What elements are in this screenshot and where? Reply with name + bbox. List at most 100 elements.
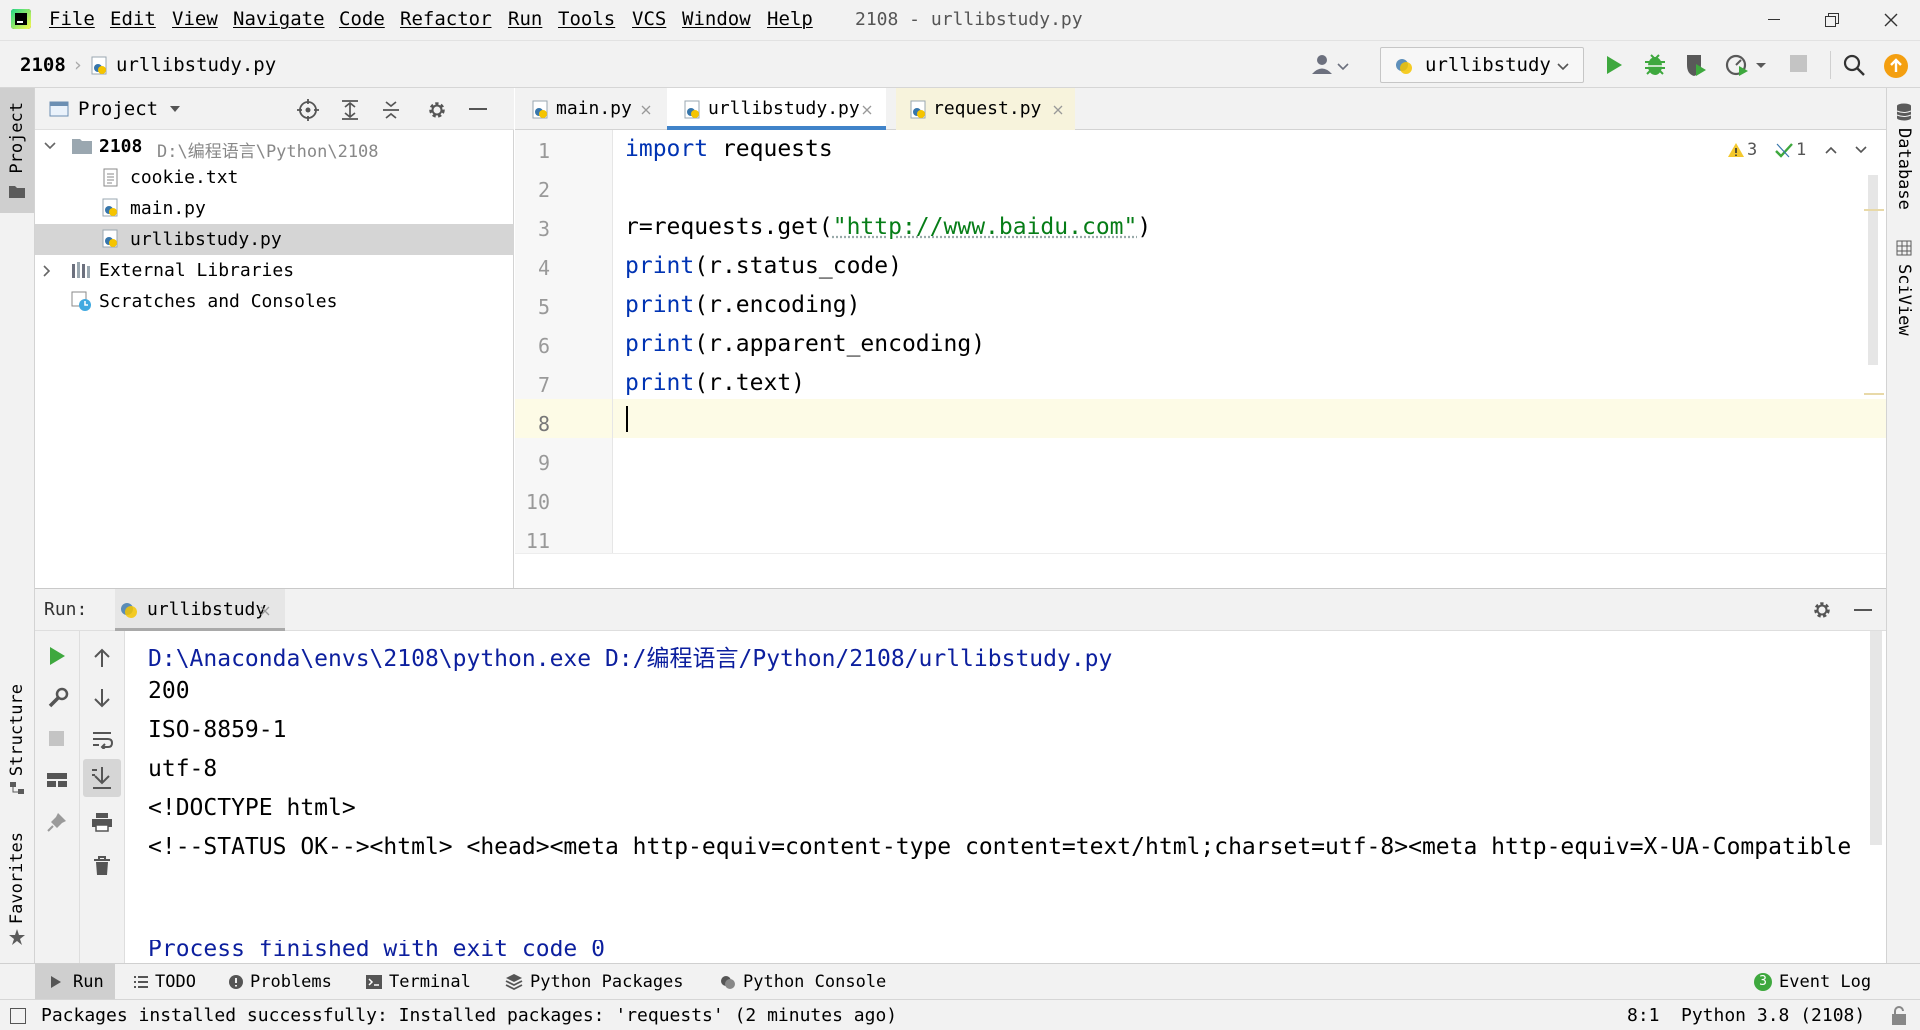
left-tool-strip: Project Structure Favorites xyxy=(0,88,35,963)
chevron-down-icon[interactable] xyxy=(167,102,183,116)
line-number: 5 xyxy=(537,295,550,319)
lock-icon[interactable] xyxy=(1890,1006,1908,1026)
gear-icon[interactable] xyxy=(1811,599,1833,621)
menu-window[interactable]: Window xyxy=(682,8,751,30)
profile-icon[interactable] xyxy=(1725,52,1767,78)
status-message[interactable]: Packages installed successfully: Install… xyxy=(41,1005,897,1026)
menu-vcs[interactable]: VCS xyxy=(632,8,666,30)
soft-wrap-icon[interactable] xyxy=(91,729,113,749)
run-tab-urllibstudy[interactable]: urllibstudy xyxy=(115,589,285,631)
database-tool-label[interactable]: Database xyxy=(1894,128,1914,210)
gear-icon[interactable] xyxy=(426,99,448,121)
string-literal: "http://www.baidu.com" xyxy=(832,214,1138,240)
toggle-tool-windows-icon[interactable] xyxy=(10,1008,26,1024)
maximize-button[interactable] xyxy=(1813,6,1853,34)
menu-refactor[interactable]: Refactor xyxy=(400,8,492,30)
tab-urllibstudy-py[interactable]: urllibstudy.py xyxy=(667,88,886,130)
tab-request-py[interactable]: request.py xyxy=(896,88,1075,130)
close-icon[interactable] xyxy=(640,104,652,116)
hide-panel-icon[interactable] xyxy=(1854,609,1872,611)
menu-code[interactable]: Code xyxy=(339,8,385,30)
error-stripe-mark[interactable] xyxy=(1864,209,1884,211)
close-icon[interactable] xyxy=(861,104,873,116)
builtin-print: print xyxy=(625,292,695,318)
close-icon[interactable] xyxy=(259,605,271,617)
locate-icon[interactable] xyxy=(297,99,319,121)
arrow-up-icon[interactable] xyxy=(92,647,112,669)
line-number: 3 xyxy=(537,217,550,241)
caret-position[interactable]: 8:1 xyxy=(1627,1005,1660,1026)
menu-navigate[interactable]: Navigate xyxy=(233,8,325,30)
menu-tools[interactable]: Tools xyxy=(558,8,615,30)
run-toolbar-primary xyxy=(35,631,80,964)
run-configuration-selector[interactable]: urllibstudy xyxy=(1380,47,1584,83)
editor-scrollbar[interactable] xyxy=(1868,175,1878,365)
coverage-icon[interactable] xyxy=(1684,52,1708,78)
packages-icon xyxy=(505,973,523,991)
error-stripe-mark[interactable] xyxy=(1864,393,1884,395)
arrow-down-icon[interactable] xyxy=(92,687,112,709)
tree-row-file-selected[interactable]: urllibstudy.py xyxy=(35,224,514,255)
minimize-button[interactable] xyxy=(1755,6,1795,34)
tree-row-file[interactable]: cookie.txt xyxy=(35,162,514,193)
search-icon[interactable] xyxy=(1842,53,1866,77)
python-console-tool-button[interactable]: Python Console xyxy=(743,972,886,992)
menu-edit[interactable]: Edit xyxy=(110,8,156,30)
event-log-tool-button[interactable]: Event Log xyxy=(1779,972,1871,992)
breadcrumb-project[interactable]: 2108 xyxy=(20,54,66,76)
chevron-right-icon[interactable] xyxy=(41,264,53,278)
favorites-tool-label[interactable]: Favorites xyxy=(7,832,27,924)
project-view-title[interactable]: Project xyxy=(78,98,158,120)
close-window-button[interactable] xyxy=(1871,6,1911,34)
line-number: 4 xyxy=(537,256,550,280)
sciview-tool-label[interactable]: SciView xyxy=(1894,264,1914,336)
builtin-print: print xyxy=(625,370,695,396)
line-number: 11 xyxy=(525,529,550,553)
chevron-down-icon[interactable] xyxy=(43,140,57,152)
python-packages-tool-button[interactable]: Python Packages xyxy=(530,972,684,992)
run-icon[interactable] xyxy=(1603,53,1625,77)
trash-icon[interactable] xyxy=(92,855,112,877)
rerun-icon[interactable] xyxy=(47,645,67,667)
account-icon[interactable] xyxy=(1308,51,1352,79)
layout-icon[interactable] xyxy=(46,771,68,789)
python-file-icon xyxy=(91,56,109,76)
console-scrollbar[interactable] xyxy=(1870,631,1882,845)
hide-panel-icon[interactable] xyxy=(469,108,487,110)
breadcrumb-file[interactable]: urllibstudy.py xyxy=(116,54,276,76)
close-icon[interactable] xyxy=(1052,104,1064,116)
tree-row-root[interactable]: 2108 D:\编程语言\Python\2108 xyxy=(35,131,514,162)
problems-tool-button[interactable]: Problems xyxy=(250,972,332,992)
python-interpreter[interactable]: Python 3.8 (2108) xyxy=(1681,1005,1865,1026)
stop-icon[interactable] xyxy=(49,731,64,746)
stop-icon[interactable] xyxy=(1790,55,1807,72)
terminal-tool-button[interactable]: Terminal xyxy=(389,972,471,992)
code-text: r=requests.get( xyxy=(625,214,833,240)
scroll-to-end-button[interactable] xyxy=(83,759,121,797)
chevron-down-icon[interactable] xyxy=(1853,144,1869,156)
collapse-all-icon[interactable] xyxy=(381,99,401,121)
wrench-icon[interactable] xyxy=(47,687,69,709)
menu-run[interactable]: Run xyxy=(508,8,542,30)
tree-row-file[interactable]: main.py xyxy=(35,193,514,224)
print-icon[interactable] xyxy=(91,811,113,833)
chevron-up-icon[interactable] xyxy=(1823,144,1839,156)
structure-icon xyxy=(9,780,25,796)
debug-icon[interactable] xyxy=(1643,52,1667,78)
pin-icon[interactable] xyxy=(46,811,68,833)
structure-tool-label[interactable]: Structure xyxy=(7,684,27,776)
warning-icon[interactable] xyxy=(1727,142,1745,158)
tab-main-py[interactable]: main.py xyxy=(515,88,665,130)
code-editor[interactable]: import requests r=requests.get("http://w… xyxy=(613,130,1886,553)
expand-all-icon[interactable] xyxy=(340,99,360,121)
weak-warning-icon[interactable] xyxy=(1774,142,1794,160)
update-icon[interactable] xyxy=(1883,53,1909,79)
tree-row-external-libraries[interactable]: External Libraries xyxy=(35,255,514,286)
project-tool-button[interactable]: Project xyxy=(0,88,34,213)
menu-help[interactable]: Help xyxy=(767,8,813,30)
menu-view[interactable]: View xyxy=(172,8,218,30)
todo-tool-button[interactable]: TODO xyxy=(155,972,196,992)
menu-file[interactable]: File xyxy=(49,8,95,30)
run-tool-button[interactable]: Run xyxy=(35,964,115,999)
tree-row-scratches[interactable]: Scratches and Consoles xyxy=(35,286,514,317)
